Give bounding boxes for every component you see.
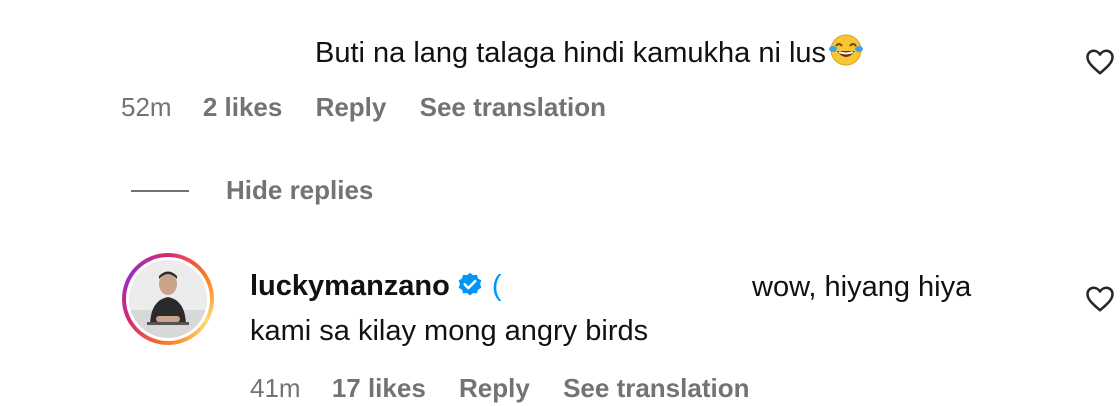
reply-meta: 41m 17 likes Reply See translation [250,373,749,404]
mention-fragment[interactable]: ( [492,270,502,302]
reply-text-line1: wow, hiyang hiya [752,271,972,303]
reply-username[interactable]: luckymanzano [250,270,450,302]
laughing-emoji-icon [829,34,864,66]
like-heart-icon[interactable] [1085,48,1115,76]
reply-timestamp: 41m [250,373,301,403]
reply-button[interactable]: Reply [459,373,530,403]
see-translation-link[interactable]: See translation [563,373,749,403]
person-icon [129,260,207,338]
avatar[interactable] [122,253,214,345]
reply-likes[interactable]: 17 likes [332,373,426,403]
reply-header: luckymanzano ( [250,270,502,303]
reply-text-line2: kami sa kilay mong angry birds [250,315,649,347]
verified-badge-icon [458,272,482,296]
comment-text: Buti na lang talaga hindi kamukha ni lus [315,33,864,70]
hide-replies-button[interactable]: Hide replies [226,175,373,206]
replies-divider-line [131,190,189,192]
comment-timestamp: 52m [121,92,172,122]
like-heart-icon[interactable] [1085,285,1115,313]
avatar-photo [129,260,207,338]
reply-button[interactable]: Reply [316,92,387,122]
comment-text-content: Buti na lang talaga hindi kamukha ni lus [315,37,827,69]
comment-meta: 52m 2 likes Reply See translation [121,92,606,123]
comment-likes[interactable]: 2 likes [203,92,283,122]
see-translation-link[interactable]: See translation [420,92,606,122]
